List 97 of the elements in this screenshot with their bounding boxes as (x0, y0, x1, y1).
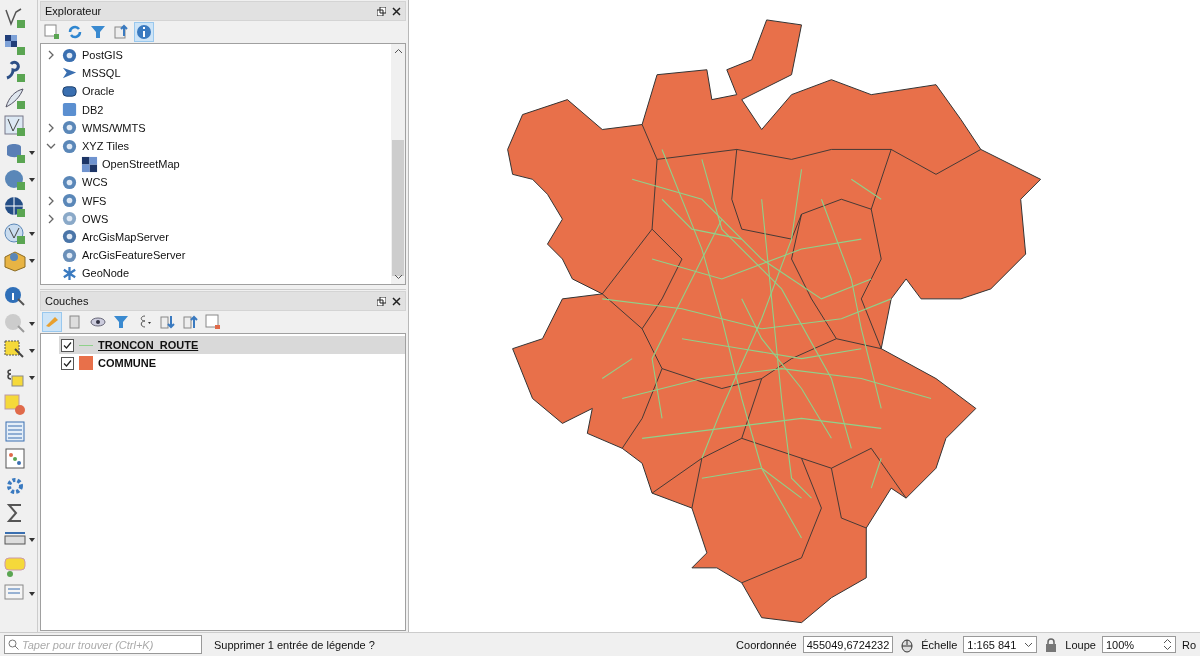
dropdown-caret-icon[interactable] (29, 259, 35, 263)
data-source-icon (61, 246, 78, 264)
close-icon[interactable] (392, 6, 401, 16)
toolbar-button[interactable] (203, 312, 223, 332)
filter-icon (90, 24, 106, 40)
panel-title: Explorateur (45, 5, 102, 17)
layer-name: TRONCON_ROUTE (98, 339, 199, 351)
close-icon[interactable] (392, 296, 401, 306)
search-icon (8, 639, 19, 650)
float-icon[interactable] (377, 296, 386, 306)
collapse-all-icon (182, 314, 198, 330)
magnifier-label: Loupe (1065, 638, 1096, 651)
tree-item-label: OpenStreetMap (102, 158, 180, 171)
tree-item[interactable]: DB2 (41, 100, 391, 119)
layer-row[interactable]: COMMUNE (41, 354, 405, 372)
remove-layer-icon (205, 314, 221, 330)
data-source-icon (61, 264, 78, 282)
magnifier-spinbox[interactable]: 100% (1101, 636, 1176, 653)
globe-add-icon[interactable] (3, 222, 27, 246)
field-calculator-icon[interactable] (3, 447, 27, 471)
tree-item-label: WMS/WMTS (82, 121, 146, 134)
filter-icon (113, 314, 129, 330)
tree-item[interactable]: Oracle (41, 82, 391, 101)
dropdown-caret-icon[interactable] (29, 322, 35, 326)
spin-arrows-icon[interactable] (1162, 638, 1172, 651)
add-icon (44, 24, 60, 40)
globe-add-icon[interactable] (3, 195, 27, 219)
data-source-icon (61, 137, 78, 155)
raster-add-icon[interactable] (3, 33, 27, 57)
expand-all-icon (159, 314, 175, 330)
tree-item-label: DB2 (82, 103, 104, 116)
data-source-icon (61, 46, 78, 64)
tree-item[interactable]: ArcGisFeatureServer (41, 246, 391, 265)
tree-item[interactable]: GeoNode (41, 264, 391, 283)
dropdown-caret-icon[interactable] (29, 232, 35, 236)
paintbrush-icon (44, 314, 60, 330)
coordinate-label: Coordonnée (736, 638, 797, 651)
status-message: Supprimer 1 entrée de légende ? (214, 638, 376, 651)
tree-item-label: OWS (82, 212, 109, 225)
panel-title: Couches (45, 295, 89, 307)
tree-item-label: XYZ Tiles (82, 140, 130, 153)
mouse-icon[interactable] (899, 636, 916, 653)
data-source-icon (61, 228, 78, 246)
dropdown-caret-icon[interactable] (29, 592, 35, 596)
data-source-icon (61, 192, 78, 210)
tree-item-label: GeoNode (82, 267, 130, 280)
dropdown-caret-icon[interactable] (29, 178, 35, 182)
collapse-icon (113, 24, 129, 40)
tree-item-label: PostGIS (82, 49, 123, 62)
virtual-layer-add-icon[interactable] (3, 114, 27, 138)
tree-item[interactable]: OpenStreetMap (41, 155, 391, 174)
tree-item[interactable]: PostGIS (41, 46, 391, 65)
data-source-icon (61, 210, 78, 228)
dropdown-caret-icon[interactable] (29, 376, 35, 380)
dropdown-caret-icon[interactable] (29, 151, 35, 155)
float-icon[interactable] (377, 6, 386, 16)
scroll-down-icon[interactable] (393, 272, 403, 281)
document-icon (67, 314, 83, 330)
data-source-icon (61, 173, 78, 191)
info-icon (136, 24, 152, 40)
tree-item[interactable]: ArcGisMapServer (41, 227, 391, 247)
tree-item[interactable]: WMS/WMTS (41, 118, 391, 137)
data-source-icon (61, 101, 78, 119)
scroll-up-icon[interactable] (393, 47, 403, 56)
tree-item[interactable]: XYZ Tiles (41, 136, 391, 156)
scrollbar[interactable] (391, 44, 405, 284)
layer-name: COMMUNE (98, 357, 157, 369)
tree-item[interactable]: MSSQL (41, 64, 391, 83)
feather-add-icon[interactable] (3, 87, 27, 111)
chevron-down-icon[interactable] (1024, 641, 1034, 648)
tree-item[interactable]: OWS (41, 209, 391, 228)
eye-icon (90, 314, 106, 330)
tree-item-label: Oracle (82, 85, 115, 98)
layer-row[interactable]: TRONCON_ROUTE (59, 336, 405, 354)
scale-label: Échelle (921, 638, 958, 651)
scale-dropdown[interactable]: 1:165 841 (963, 636, 1038, 653)
checkbox[interactable] (61, 338, 74, 352)
speech-bubble-icon[interactable] (3, 555, 27, 579)
tree-item-label: WFS (82, 194, 107, 207)
search-field[interactable]: Taper pour trouver (Ctrl+K) (4, 635, 202, 654)
checkbox[interactable] (61, 356, 74, 370)
data-source-icon (61, 119, 78, 137)
coordinate-field[interactable]: 455049,6724232 (802, 636, 894, 653)
refresh-icon (67, 24, 83, 40)
tree-item-label: MSSQL (82, 67, 121, 80)
dropdown-caret-icon[interactable] (29, 349, 35, 353)
tree-item[interactable]: WFS (41, 191, 391, 210)
tree-item[interactable]: WCS (41, 173, 391, 192)
tile-grid-icon (81, 155, 98, 173)
deselect-icon[interactable] (3, 393, 27, 417)
rotation-label: Ro (1181, 638, 1196, 651)
toolbar-button[interactable] (134, 22, 154, 42)
vector-add-icon[interactable] (3, 6, 27, 30)
tree-item-label: ArcGisMapServer (82, 230, 169, 243)
tree-item-label: ArcGisFeatureServer (82, 249, 186, 262)
dropdown-caret-icon[interactable] (29, 538, 35, 542)
tree-item-label: WCS (82, 176, 108, 189)
